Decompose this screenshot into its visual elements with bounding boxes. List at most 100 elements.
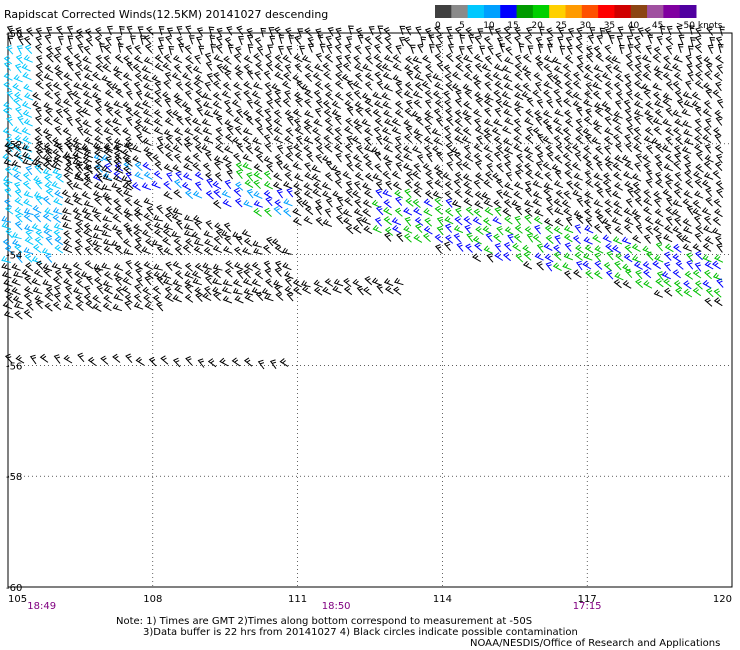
wind-barb bbox=[154, 54, 164, 64]
wind-barb bbox=[625, 198, 633, 208]
wind-barb bbox=[24, 44, 33, 54]
wind-barb bbox=[83, 293, 93, 303]
wind-barb bbox=[412, 198, 421, 208]
wind-barb bbox=[686, 260, 694, 270]
wind-barb bbox=[513, 190, 523, 200]
wind-barb bbox=[103, 294, 112, 304]
wind-barb bbox=[399, 25, 406, 36]
wind-barb bbox=[336, 196, 344, 207]
wind-barb bbox=[692, 269, 702, 279]
wind-barb bbox=[501, 91, 511, 100]
wind-barb bbox=[43, 73, 54, 81]
wind-barb bbox=[545, 144, 554, 154]
wind-barb bbox=[653, 91, 662, 101]
wind-barb bbox=[257, 359, 265, 370]
wind-barb bbox=[244, 179, 254, 189]
wind-barb bbox=[231, 357, 241, 367]
wind-barb bbox=[324, 117, 333, 127]
wind-barb bbox=[122, 127, 132, 136]
wind-barb bbox=[383, 199, 392, 209]
wind-barb bbox=[52, 81, 62, 91]
wind-barb bbox=[554, 126, 564, 136]
wind-barb bbox=[563, 233, 573, 243]
wind-barb bbox=[444, 190, 453, 200]
wind-barb bbox=[483, 179, 492, 189]
wind-barb bbox=[266, 236, 274, 247]
wind-barb bbox=[42, 128, 53, 136]
wind-barb bbox=[687, 45, 694, 56]
wind-barb bbox=[265, 90, 273, 101]
wind-barb bbox=[354, 63, 364, 72]
legend-swatch bbox=[532, 5, 550, 18]
wind-barb bbox=[1, 262, 11, 271]
wind-barb bbox=[174, 270, 184, 280]
wind-barb bbox=[362, 182, 372, 191]
wind-barb bbox=[631, 209, 641, 218]
wind-barb bbox=[75, 294, 84, 304]
wind-barb bbox=[61, 214, 72, 222]
wind-barb bbox=[53, 229, 62, 239]
wind-barb bbox=[564, 54, 574, 64]
wind-barb bbox=[514, 100, 524, 109]
wind-barb bbox=[702, 280, 712, 289]
wind-barb bbox=[553, 65, 563, 74]
wind-barb bbox=[643, 269, 652, 279]
wind-barb bbox=[153, 221, 164, 230]
wind-barb bbox=[493, 118, 503, 127]
wind-barb bbox=[575, 126, 584, 137]
wind-barb bbox=[472, 216, 482, 226]
wind-barb bbox=[368, 26, 375, 36]
wind-barb bbox=[92, 303, 102, 312]
wind-barb bbox=[433, 108, 442, 118]
wind-barb bbox=[103, 55, 112, 65]
wind-barb bbox=[184, 278, 194, 288]
wind-barb bbox=[163, 79, 172, 90]
wind-barb bbox=[702, 134, 712, 144]
wind-barb bbox=[484, 92, 494, 101]
wind-barb bbox=[493, 135, 503, 145]
wind-barb bbox=[673, 160, 682, 171]
wind-barb bbox=[234, 91, 242, 101]
wind-barb bbox=[35, 229, 44, 239]
wind-barb bbox=[192, 152, 201, 162]
wind-barb bbox=[466, 45, 473, 55]
wind-barb bbox=[321, 181, 332, 190]
wind-barb bbox=[134, 260, 143, 270]
wind-barb bbox=[694, 80, 704, 90]
latitude-label: -58 bbox=[6, 472, 22, 483]
wind-barb bbox=[304, 98, 312, 109]
wind-barb bbox=[322, 286, 332, 295]
wind-barb bbox=[315, 144, 324, 155]
wind-barb bbox=[225, 107, 234, 117]
wind-barb bbox=[543, 217, 554, 227]
wind-barb bbox=[684, 162, 692, 173]
wind-barb bbox=[273, 109, 282, 119]
wind-barb bbox=[83, 222, 93, 232]
wind-barb bbox=[354, 172, 364, 181]
wind-barb bbox=[392, 62, 402, 72]
wind-barb bbox=[133, 198, 143, 208]
wind-barb bbox=[695, 54, 703, 65]
wind-barb bbox=[94, 196, 102, 206]
wind-barb bbox=[384, 285, 394, 295]
wind-barb bbox=[264, 53, 273, 63]
wind-barb bbox=[712, 170, 721, 180]
wind-barb bbox=[672, 253, 682, 263]
wind-barb bbox=[184, 293, 194, 303]
wind-barb bbox=[24, 224, 34, 232]
wind-barb bbox=[106, 25, 113, 36]
wind-barb bbox=[292, 207, 302, 217]
wind-barb bbox=[694, 118, 702, 128]
wind-barb bbox=[495, 52, 503, 63]
wind-barb bbox=[184, 155, 194, 164]
wind-barb bbox=[663, 63, 673, 72]
wind-barb bbox=[616, 35, 623, 46]
wind-barb bbox=[442, 172, 452, 181]
wind-barb bbox=[553, 198, 563, 208]
wind-barb bbox=[210, 43, 217, 54]
wind-barb bbox=[183, 162, 193, 172]
wind-barb bbox=[84, 260, 94, 270]
wind-barb bbox=[435, 43, 442, 54]
wind-barb bbox=[553, 244, 562, 254]
wind-barb bbox=[5, 228, 13, 239]
